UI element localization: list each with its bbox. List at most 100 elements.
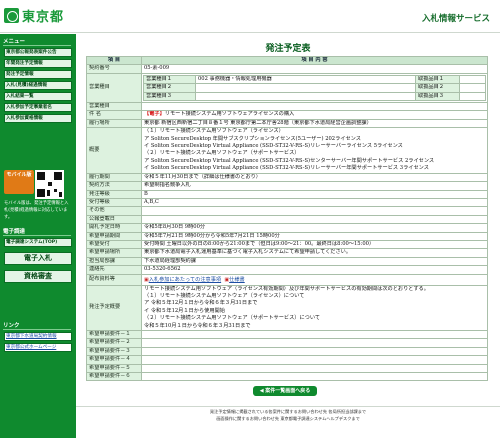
subject-text: リモート接続システム用ソフトウェアライセンスの購入: [164, 111, 295, 118]
page-title: 発注予定表: [265, 44, 311, 54]
row-value: 令和５年11月30日まで（詳細は仕様書のとおり）: [141, 172, 488, 183]
row-label: 希望申請要件－３: [86, 346, 142, 357]
row-label: 希望申請要件－２: [86, 338, 142, 348]
tokyo-logo-icon[interactable]: [4, 8, 19, 23]
row-value: [141, 329, 488, 340]
electronic-tag: 【電子】: [144, 111, 165, 118]
business-type-label: 営業種目３: [143, 91, 196, 102]
order-detail-table: 項 目 項 目 内 容 契約番号 05-素-009 営業種目 営業種目１ 002 事…: [86, 55, 488, 382]
link-tokyo-official[interactable]: 東京都公式ホームページ: [4, 343, 72, 352]
download-notice-link[interactable]: 入札参加にあたっての注意事項: [149, 277, 221, 283]
row-value: [141, 372, 488, 382]
row-value: 東京都下水道局電子入札運用基準に基づく電子入札システムにて希望申請してください。: [141, 248, 488, 258]
table-header-row: 項 目 項 目 内 容: [86, 55, 488, 66]
business-type-value: [195, 83, 416, 93]
table-row: 公報登載日: [86, 214, 488, 225]
row-label: 希望申請要件－１: [86, 329, 142, 340]
handled-item-value: [459, 74, 486, 85]
header-item: 項 目: [86, 55, 142, 66]
mobile-banner[interactable]: モバイル版: [4, 170, 34, 194]
row-label: 契約番号: [86, 64, 142, 74]
row-label: 希望申請期間: [86, 231, 142, 241]
table-row: 希望申請要件－６: [86, 372, 488, 382]
row-label: 希望申請場所: [86, 248, 142, 258]
download-spec-link[interactable]: 仕様書: [229, 277, 245, 283]
link-sewerage-contracts[interactable]: 東京都下水道局契約情報: [4, 332, 72, 341]
sidebar-tools-heading: 電子調達: [3, 227, 73, 236]
sidebar-item-bid-progress[interactable]: 入札(見積)経過情報: [4, 81, 72, 90]
row-label: 履行場所: [86, 118, 142, 129]
sidebar-item-e-bidding[interactable]: 電子入札: [4, 252, 72, 265]
sidebar-links-heading: リンク: [3, 321, 73, 330]
table-row: 件 名【電子】リモート接続システム用ソフトウェアライセンスの購入: [86, 110, 488, 120]
row-value: [141, 346, 488, 357]
site-header: 東京都 入札情報サービス: [0, 0, 500, 33]
table-row: 契約番号 05-素-009: [86, 64, 488, 74]
table-row: 希望申請要件－１: [86, 329, 488, 340]
handled-item-value: [459, 83, 486, 93]
business-type-value: 002 事務機器・情報処理用機器: [195, 74, 416, 85]
table-row: 営業種目: [86, 102, 488, 112]
overview-line: イ Soliton SecureDesktop Virtual Applianc…: [144, 165, 429, 172]
table-row: 配布資料等 ▣入札参加にあたっての注意事項 ▣仕様書: [86, 273, 488, 286]
sidebar: メニュー 東京都公報発表案件公告 年間発注予定情報 発注予定情報 入札(見積)経…: [0, 34, 76, 438]
row-value: 令和5年7月21日 9時00分から令和5年7月21日 15時00分: [141, 231, 488, 241]
table-row: その他: [86, 206, 488, 216]
site-logo-text[interactable]: 東京都: [22, 6, 64, 25]
row-label: 履行期間: [86, 172, 142, 183]
sidebar-item-bid-results[interactable]: 入札結果一覧: [4, 92, 72, 101]
table-row: 希望申請期間 令和5年7月21日 9時00分から令和5年7月21日 15時00分: [86, 231, 488, 241]
row-label: 希望申請要件－５: [86, 363, 142, 374]
row-label: 契約方法: [86, 181, 142, 191]
table-row: 希望申請要件－５: [86, 363, 488, 374]
row-value: 受付時間 土曜日以外の日の8:00から21:00まで（但日は9:00～21：00…: [141, 239, 488, 250]
row-value: 03-5320-6562: [141, 265, 488, 275]
table-row: 履行場所 東京都 新宿区西新宿二丁目８番１号 東京都庁第二本庁舎28階（東京都下水…: [86, 118, 488, 129]
mobile-description: モバイル版は、発注予定情報と入札(見積)経過情報に対応しています。: [4, 201, 69, 220]
row-value: A,B,C: [141, 197, 488, 208]
table-row: 担当局部課 下水道局経理部契約課: [86, 256, 488, 267]
back-button-label: 案件一覧画面へ戻る: [265, 388, 311, 394]
row-value: 令和5年8月30日 9時00分: [141, 223, 488, 233]
sidebar-item-order-plan[interactable]: 発注予定情報: [4, 70, 72, 79]
overview-line: ア Soliton SecureDesktop 年間サブスクリプションライセンス…: [144, 135, 361, 142]
handled-item-label: 取扱品目２: [415, 83, 460, 93]
overview-text: （１）リモート接続システム用ソフトウェア（ライセンス） ア Soliton Se…: [141, 127, 488, 174]
table-row: 発注予定概要 リモート接続システム用ソフトウェア（ライセンス有効期間）及び年間サ…: [86, 284, 488, 332]
sidebar-item-qualification-review[interactable]: 資格審査: [4, 270, 72, 283]
outline-line: 令和５年10月１日から令和６年３月31日まで: [144, 322, 251, 329]
table-row: 契約方法 希望制指名競争入札: [86, 181, 488, 191]
row-label: 発注等級: [86, 189, 142, 199]
row-value: 希望制指名競争入札: [141, 181, 488, 191]
table-row: 希望受付 受付時間 土曜日以外の日の8:00から21:00まで（但日は9:00～2…: [86, 239, 488, 250]
sidebar-item-annual-plan[interactable]: 年間発注予定情報: [4, 59, 72, 68]
row-value: [141, 363, 488, 374]
row-value: 東京都 新宿区西新宿二丁目８番１号 東京都庁第二本庁舎28階（東京都下水道局経営…: [141, 118, 488, 129]
row-label: 受付等級: [86, 197, 142, 208]
sidebar-item-gazette[interactable]: 東京都公報発表案件公告: [4, 48, 72, 57]
footer: 発注予定情報に掲載されている各案件に関するお問い合わせ先 各局所担当部課まで 画…: [76, 406, 500, 422]
back-to-list-button[interactable]: ◀ 案件一覧画面へ戻る: [253, 386, 317, 396]
sidebar-item-qualification[interactable]: 入札参加資格情報: [4, 114, 72, 123]
table-row: 希望申請要件－２: [86, 338, 488, 348]
outline-line: リモート接続システム用ソフトウェア（ライセンス有効期間）及び年間サポートサービス…: [144, 285, 429, 292]
table-row: 営業種目 営業種目１ 002 事務機器・情報処理用機器 取扱品目１ 営業種目２ 取扱品…: [86, 72, 488, 104]
table-row: 履行期間 令和５年11月30日まで（詳細は仕様書のとおり）: [86, 172, 488, 183]
footer-line: 発注予定情報に掲載されている各案件に関するお問い合わせ先 各局所担当部課まで: [209, 409, 367, 414]
business-type-label: 営業種目１: [143, 74, 196, 85]
row-label: 営業種目: [86, 72, 142, 104]
sidebar-item-e-procurement[interactable]: 電子調達システム(TOP): [4, 238, 72, 247]
row-label: 希望受付: [86, 239, 142, 250]
handled-item-label: 取扱品目１: [415, 74, 460, 85]
row-label: 発注予定概要: [86, 284, 142, 332]
sidebar-menu-heading: メニュー: [3, 37, 73, 46]
overview-line: （２）リモート接続システム用ソフトウェア（サポートサービス）: [144, 150, 300, 157]
row-label: 配布資料等: [86, 273, 142, 286]
row-value: [141, 102, 488, 112]
mobile-label: モバイル版: [6, 172, 32, 178]
handled-item-value: [459, 91, 486, 102]
service-title: 入札情報サービス: [421, 14, 490, 24]
sidebar-item-planned-bidders[interactable]: 入札参加予定事業者名: [4, 103, 72, 112]
outline-text: リモート接続システム用ソフトウェア（ライセンス有効期間）及び年間サポートサービス…: [141, 284, 488, 332]
row-label: 営業種目: [86, 102, 142, 112]
